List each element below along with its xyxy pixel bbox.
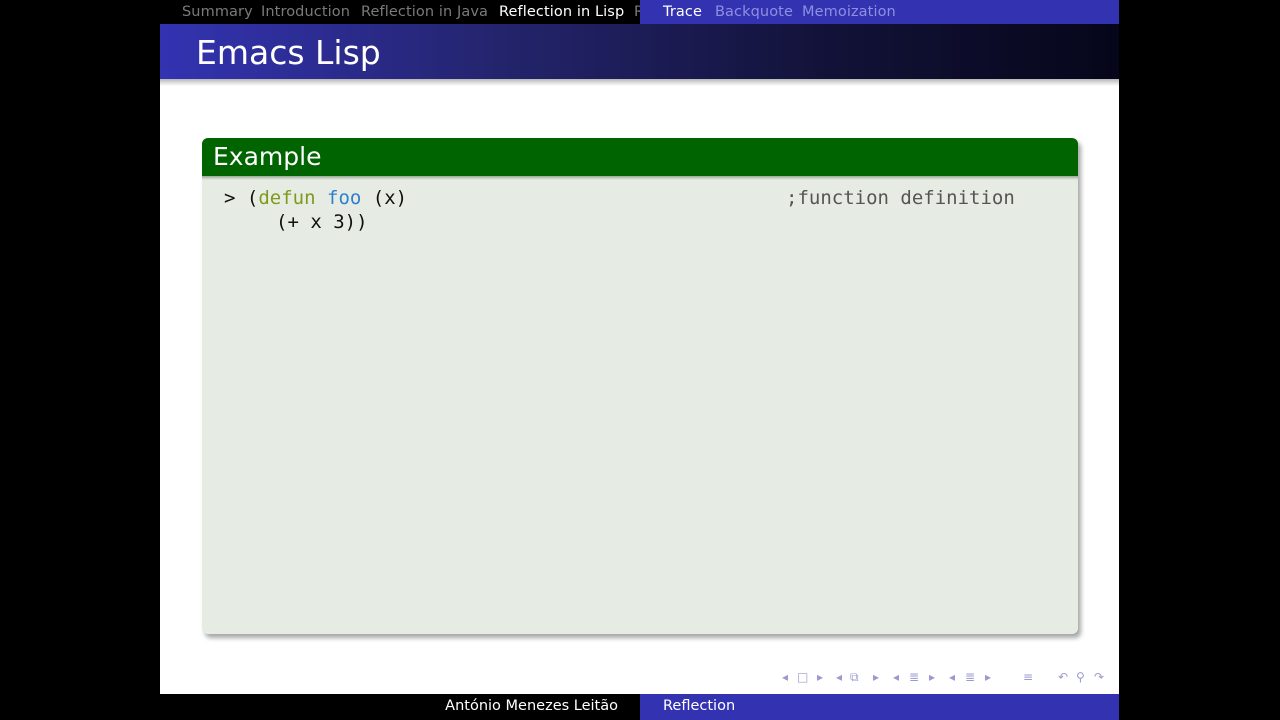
section-navigation: Summary Introduction Reflection in Java …: [160, 0, 640, 24]
nav-section-icon[interactable]: ⧉: [850, 670, 859, 685]
footer-title: Reflection: [663, 698, 736, 714]
footer-author-bar: António Menezes Leitão: [160, 694, 640, 720]
nav-section-reflection-lisp[interactable]: Reflection in Lisp: [499, 3, 624, 21]
nav-subsection-backquote[interactable]: Backquote: [715, 3, 793, 21]
code-args: (x): [372, 187, 408, 209]
frame-title-bar: Emacs Lisp: [160, 24, 1119, 79]
nav-slide-icon[interactable]: ≣: [965, 670, 975, 684]
nav-frame-left-icon[interactable]: ◂: [782, 670, 788, 684]
nav-subsection-icon[interactable]: ≣: [909, 670, 919, 684]
nav-subsection-trace[interactable]: Trace: [663, 3, 702, 21]
title-shadow: [160, 79, 1119, 86]
block-header-shadow: [202, 176, 1078, 180]
code-function-name: foo: [327, 187, 362, 209]
nav-section-left-icon[interactable]: ◂: [836, 670, 842, 684]
block-header: Example: [202, 138, 1078, 180]
footer-author: António Menezes Leitão: [445, 698, 618, 714]
nav-subsection-right-icon[interactable]: ▸: [929, 670, 935, 684]
code-keyword: defun: [258, 187, 316, 209]
code-comment: ;function definition: [786, 187, 1015, 209]
nav-slide-right-icon[interactable]: ▸: [985, 670, 991, 684]
nav-section-right-icon[interactable]: ▸: [873, 670, 879, 684]
nav-frame-right-icon[interactable]: ▸: [817, 670, 823, 684]
code-prompt: >: [224, 187, 236, 209]
nav-subsection-left-icon[interactable]: ◂: [893, 670, 899, 684]
block-title: Example: [213, 142, 322, 171]
nav-subsection-memoization[interactable]: Memoization: [802, 3, 896, 21]
code-open-paren: (: [246, 187, 259, 209]
frame-title: Emacs Lisp: [196, 33, 381, 72]
nav-forward-icon[interactable]: ↷: [1094, 670, 1104, 684]
nav-search-icon[interactable]: ⚲: [1076, 670, 1085, 684]
beamer-navigation-symbols: ◂ □ ▸ ◂ ⧉ ▸ ◂ ≣ ▸ ◂ ≣ ▸ ≡ ↶ ⚲ ↷: [782, 670, 1112, 690]
code-line-2: (+ x 3)): [276, 211, 368, 233]
code-line-1: > (defun foo (x): [224, 186, 407, 210]
nav-section-introduction[interactable]: Introduction: [261, 3, 350, 21]
nav-slide-left-icon[interactable]: ◂: [949, 670, 955, 684]
nav-back-icon[interactable]: ↶: [1058, 670, 1068, 684]
nav-section-summary[interactable]: Summary: [182, 3, 253, 21]
nav-frame-icon[interactable]: □: [797, 670, 808, 684]
example-block: Example > (defun foo (x) ;function defin…: [202, 138, 1078, 634]
footer-title-bar: Reflection: [640, 694, 1119, 720]
slide: Summary Introduction Reflection in Java …: [160, 0, 1119, 720]
subsection-navigation: Trace Backquote Memoization: [640, 0, 1119, 24]
nav-section-reflection-java[interactable]: Reflection in Java: [361, 3, 488, 21]
nav-align-icon[interactable]: ≡: [1023, 670, 1033, 684]
